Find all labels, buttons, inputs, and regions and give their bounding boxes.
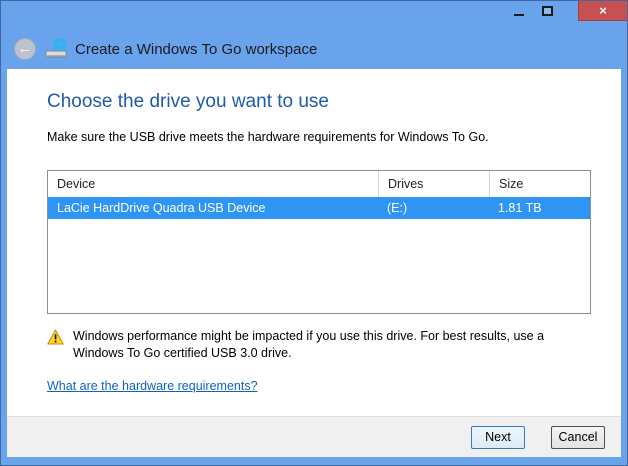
page-heading: Choose the drive you want to use [47, 91, 583, 113]
warning-text: Windows performance might be impacted if… [73, 328, 583, 362]
wizard-header: ← Create a Windows To Go workspace [1, 34, 627, 64]
footer-bar: Next Cancel [7, 416, 621, 457]
content-area: Choose the drive you want to use Make su… [7, 69, 621, 457]
drive-row-device: LaCie HardDrive Quadra USB Device [48, 197, 378, 219]
warning-icon [47, 329, 64, 345]
drive-row-drives: (E:) [378, 197, 489, 219]
minimize-button[interactable] [504, 1, 533, 21]
drive-row-selected[interactable]: LaCie HardDrive Quadra USB Device (E:) 1… [48, 197, 590, 219]
column-header-drives[interactable]: Drives [378, 171, 489, 197]
maximize-button[interactable] [533, 1, 562, 21]
caption-buttons: × [504, 1, 627, 21]
hardware-requirements-link[interactable]: What are the hardware requirements? [47, 379, 258, 393]
close-button[interactable]: × [578, 1, 627, 21]
next-button[interactable]: Next [471, 426, 525, 449]
close-icon: × [599, 4, 607, 17]
back-arrow-icon: ← [18, 41, 33, 56]
back-button[interactable]: ← [14, 38, 36, 60]
main-panel: Choose the drive you want to use Make su… [7, 69, 621, 416]
wizard-window: × ← Create a Windows To Go workspace Cho… [0, 0, 628, 466]
minimize-icon [514, 14, 524, 16]
drive-list: Device Drives Size LaCie HardDrive Quadr… [47, 170, 591, 314]
drive-row-size: 1.81 TB [489, 197, 590, 219]
drive-list-header: Device Drives Size [48, 171, 590, 197]
column-header-size[interactable]: Size [489, 171, 590, 197]
window-title: Create a Windows To Go workspace [75, 41, 317, 58]
windows-to-go-icon [45, 39, 69, 59]
column-header-device[interactable]: Device [48, 171, 378, 197]
maximize-icon [542, 6, 553, 16]
page-description: Make sure the USB drive meets the hardwa… [47, 130, 583, 144]
warning-message: Windows performance might be impacted if… [47, 328, 583, 362]
cancel-button[interactable]: Cancel [551, 426, 605, 449]
